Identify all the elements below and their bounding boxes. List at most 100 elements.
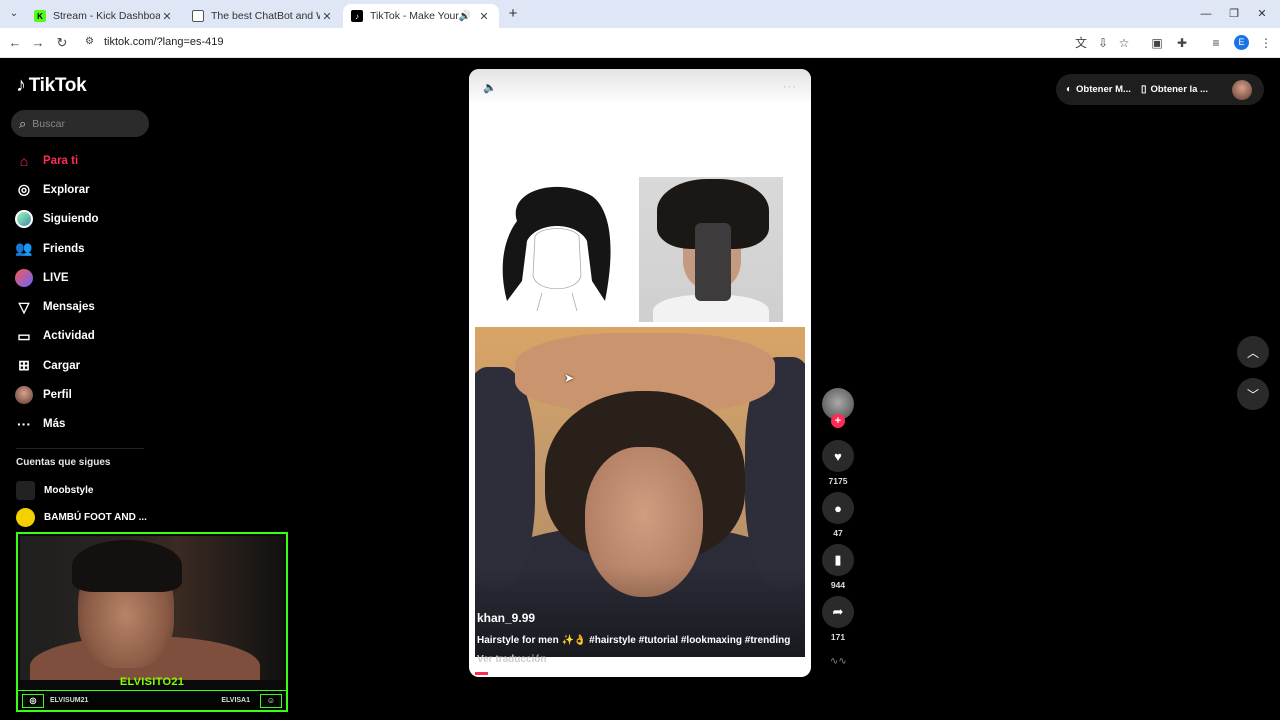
browser-tab-tiktok[interactable]: ♪ TikTok - Make Your Day 🔊 ✕	[343, 4, 499, 28]
hair-sketch-image	[502, 186, 611, 311]
save-button[interactable]: ▮ 944	[822, 544, 854, 590]
sidebar-item-label: LIVE	[43, 271, 69, 284]
sidebar-item-label: Más	[43, 418, 66, 431]
site-info-icon[interactable]: ⚙	[85, 36, 97, 48]
extension-icon[interactable]: ▣	[1149, 35, 1165, 51]
following-section-title: Cuentas que sigues	[16, 457, 111, 468]
home-icon: ⌂	[19, 152, 29, 169]
sidebar-item-cargar[interactable]: ⊞ Cargar	[14, 351, 154, 380]
address-bar[interactable]: tiktok.com/?lang=es-419	[104, 36, 224, 48]
sidebar-item-live[interactable]: LIVE	[14, 263, 154, 292]
previous-video-button[interactable]: ︿	[1237, 336, 1269, 368]
browser-tab-kick[interactable]: K Stream - Kick Dashboard ✕	[26, 4, 182, 28]
see-translation-link[interactable]: Ver traducción	[477, 654, 546, 665]
friends-icon: 👥	[15, 240, 33, 257]
following-account-item[interactable]: BAMBÚ FOOT AND ...	[16, 508, 147, 527]
browser-tab-chatbot[interactable]: The best ChatBot and Widgets ✕	[184, 4, 342, 28]
tiktok-page: ♪ TikTok ⌕ ⌂ Para ti ◎ Explorar Siguiend…	[0, 58, 1280, 720]
get-app-button[interactable]: ▯ Obtener la ...	[1141, 84, 1208, 95]
comment-button[interactable]: ● 47	[822, 492, 854, 538]
get-coins-button[interactable]: ◐ Obtener M...	[1066, 84, 1131, 95]
sidebar-item-label: Friends	[43, 242, 85, 255]
kick-favicon-icon: K	[34, 10, 46, 22]
video-frame	[475, 327, 805, 657]
sidebar-item-label: Perfil	[43, 389, 72, 402]
coin-icon: ◐	[1066, 84, 1073, 95]
discord-icon: ☺	[260, 694, 282, 708]
bookmark-star-icon[interactable]: ☆	[1116, 35, 1132, 51]
more-icon: ···	[17, 416, 31, 433]
audio-playing-icon[interactable]: 🔊	[459, 11, 471, 22]
sidebar-item-mensajes[interactable]: ▽ Mensajes	[14, 292, 154, 321]
extensions-puzzle-icon[interactable]: ✚	[1174, 35, 1190, 51]
mouse-cursor-icon: ➤	[564, 371, 575, 385]
following-account-name: BAMBÚ FOOT AND ...	[44, 512, 147, 523]
hair-reference-photo	[639, 177, 783, 322]
bookmark-icon: ▮	[822, 544, 854, 576]
chevron-down-icon: ﹀	[1246, 387, 1259, 402]
new-tab-button[interactable]: +	[505, 6, 521, 22]
comment-icon: ●	[822, 492, 854, 524]
search-input[interactable]	[32, 117, 133, 130]
reload-icon[interactable]: ↻	[54, 35, 70, 51]
following-account-item[interactable]: Moobstyle	[16, 481, 93, 500]
sidebar-item-mas[interactable]: ··· Más	[14, 410, 154, 439]
live-icon	[14, 268, 34, 288]
sidebar-item-explorar[interactable]: ◎ Explorar	[14, 175, 154, 204]
instagram-icon: ◎	[22, 694, 44, 708]
volume-icon[interactable]: 🔈	[483, 81, 497, 94]
video-caption[interactable]: Hairstyle for men ✨👌 #hairstyle #tutoria…	[477, 635, 790, 646]
sidebar-item-label: Cargar	[43, 359, 81, 372]
sidebar-item-actividad[interactable]: ▭ Actividad	[14, 322, 154, 351]
like-button[interactable]: ♥ 7175	[822, 440, 854, 486]
close-tab-icon[interactable]: ✕	[477, 10, 491, 23]
browser-menu-icon[interactable]: ⋮	[1258, 35, 1274, 51]
comment-count: 47	[833, 528, 843, 538]
bambu-avatar	[16, 508, 35, 527]
video-progress-bar[interactable]	[475, 672, 805, 675]
browser-profile-avatar[interactable]: E	[1234, 35, 1249, 50]
video-more-icon[interactable]: ···	[783, 81, 797, 93]
tab-title: Stream - Kick Dashboard	[53, 10, 160, 22]
tiktok-logo[interactable]: ♪ TikTok	[16, 74, 87, 97]
sidebar-item-label: Siguiendo	[43, 213, 99, 226]
follow-plus-icon[interactable]: +	[831, 414, 845, 428]
sidebar-item-label: Para ti	[43, 154, 79, 167]
upload-icon: ⊞	[18, 357, 30, 374]
video-author[interactable]: khan_9.99	[477, 611, 535, 625]
close-tab-icon[interactable]: ✕	[160, 10, 174, 23]
browser-toolbar: ← → ↻ ⚙ tiktok.com/?lang=es-419 文 ⇩ ☆ ▣ …	[0, 28, 1280, 58]
restore-icon[interactable]: ❐	[1224, 6, 1244, 22]
search-icon: ⌕	[19, 115, 27, 131]
sound-wave-icon[interactable]: ∿∿	[830, 656, 847, 667]
tab-search-chevron-icon[interactable]: ⌄	[6, 6, 22, 22]
next-video-button[interactable]: ﹀	[1237, 378, 1269, 410]
webcam-right-handle: ELVISA1	[221, 697, 250, 704]
sidebar-item-siguiendo[interactable]: Siguiendo	[14, 205, 154, 234]
share-button[interactable]: ➦ 171	[822, 596, 854, 642]
sidebar-item-perfil[interactable]: Perfil	[14, 380, 154, 409]
logo-text: TikTok	[28, 74, 87, 96]
sidebar-item-label: Actividad	[43, 330, 95, 343]
search-bar[interactable]: ⌕	[11, 110, 149, 137]
messages-icon: ▽	[18, 298, 30, 315]
following-account-name: Moobstyle	[44, 485, 94, 496]
tab-title: TikTok - Make Your Day	[370, 10, 459, 22]
minimize-icon[interactable]: —	[1196, 6, 1216, 22]
forward-icon[interactable]: →	[30, 35, 46, 51]
save-count: 944	[830, 580, 846, 590]
activity-icon: ▭	[17, 327, 31, 344]
share-count: 171	[830, 632, 846, 642]
video-player[interactable]: 🔈 ··· ➤ khan_9.99 Hairstyle for men ✨👌 #…	[469, 69, 811, 677]
share-icon: ➦	[822, 596, 854, 628]
sidebar-item-para-ti[interactable]: ⌂ Para ti	[14, 146, 154, 175]
chevron-up-icon: ︿	[1246, 345, 1259, 360]
window-close-icon[interactable]: ✕	[1252, 6, 1272, 22]
install-app-icon[interactable]: ⇩	[1095, 35, 1111, 51]
translate-icon[interactable]: 文	[1073, 35, 1089, 51]
sidebar-item-friends[interactable]: 👥 Friends	[14, 234, 154, 263]
media-control-icon[interactable]: ≡	[1208, 35, 1224, 51]
close-tab-icon[interactable]: ✕	[320, 10, 334, 23]
back-icon[interactable]: ←	[7, 35, 23, 51]
user-avatar[interactable]	[1232, 80, 1252, 100]
